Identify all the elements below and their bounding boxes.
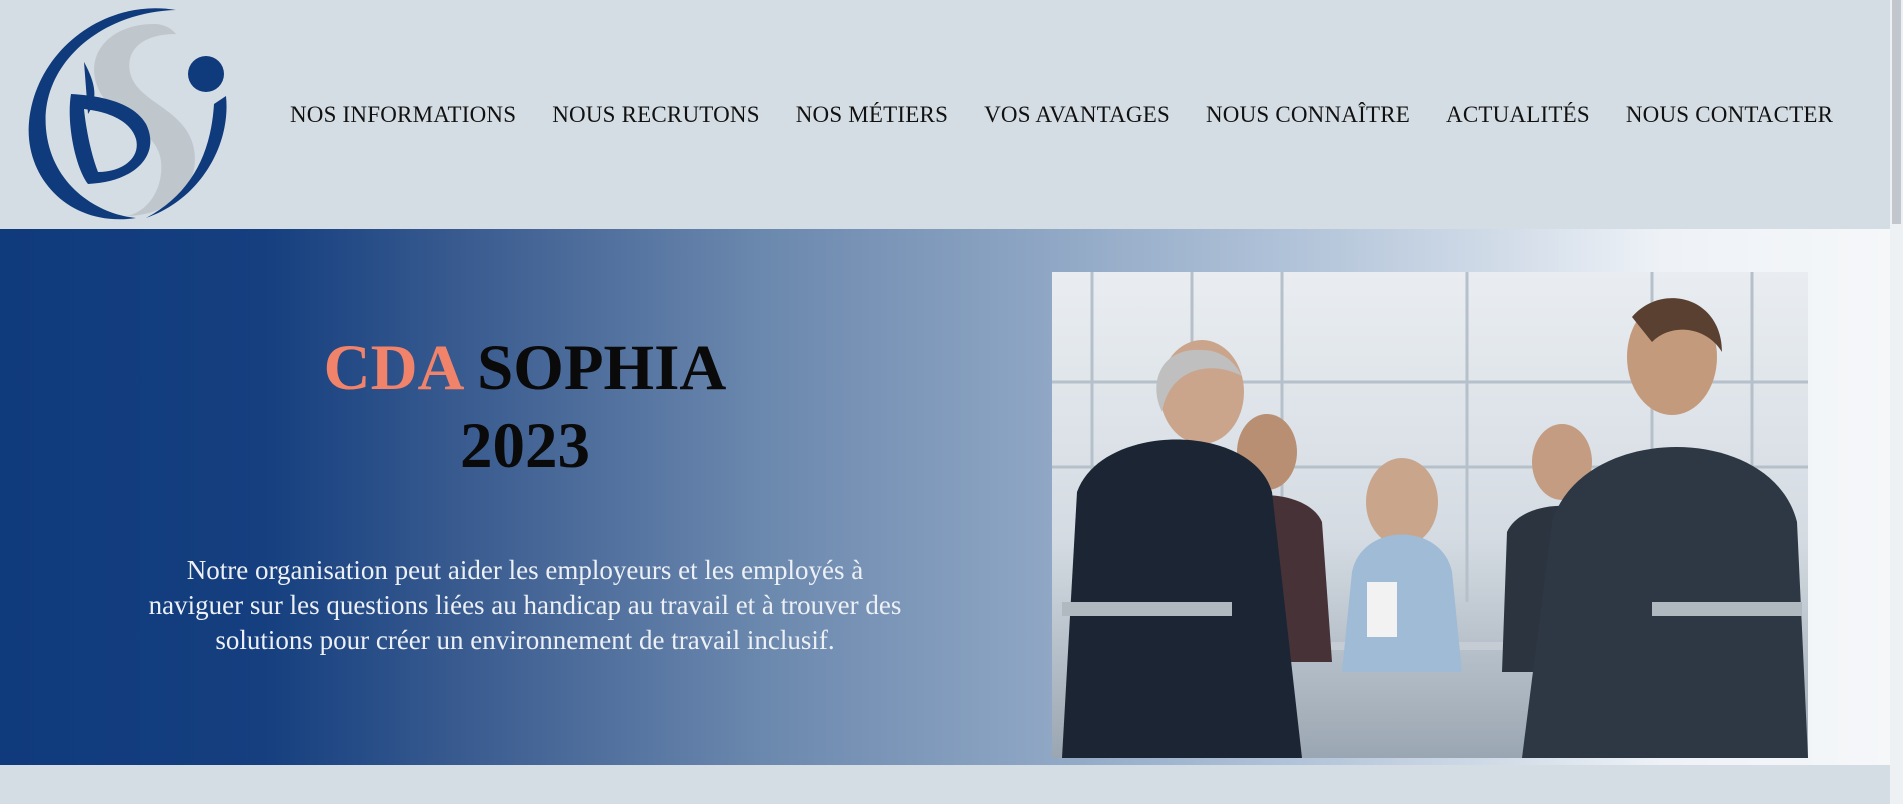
nav-item-nos-metiers[interactable]: NOS MÉTIERS [796, 100, 948, 130]
vertical-scrollbar[interactable] [1890, 0, 1903, 804]
hero-title-accent: CDA [323, 332, 461, 404]
nav-item-actualites[interactable]: ACTUALITÉS [1446, 100, 1590, 130]
hero-title-main: SOPHIA [477, 332, 727, 404]
logo-icon[interactable] [26, 4, 236, 222]
next-section-band [0, 765, 1890, 804]
nav-item-nous-connaitre[interactable]: NOUS CONNAÎTRE [1206, 100, 1410, 130]
nav-item-nous-recrutons[interactable]: NOUS RECRUTONS [552, 100, 760, 130]
hero-title-year: 2023 [460, 410, 590, 482]
main-nav: NOS INFORMATIONS NOUS RECRUTONS NOS MÉTI… [290, 100, 1833, 130]
nav-item-vos-avantages[interactable]: VOS AVANTAGES [984, 100, 1170, 130]
site-header: NOS INFORMATIONS NOUS RECRUTONS NOS MÉTI… [0, 0, 1890, 229]
nav-item-nos-informations[interactable]: NOS INFORMATIONS [290, 100, 516, 130]
nav-item-nous-contacter[interactable]: NOUS CONTACTER [1626, 100, 1833, 130]
hero-title: CDA SOPHIA 2023 [245, 329, 805, 485]
scrollbar-thumb[interactable] [1892, 0, 1901, 224]
hero-section: CDA SOPHIA 2023 Notre organisation peut … [0, 229, 1890, 765]
business-meeting-photo [1052, 272, 1808, 758]
hero-description: Notre organisation peut aider les employ… [148, 555, 902, 655]
